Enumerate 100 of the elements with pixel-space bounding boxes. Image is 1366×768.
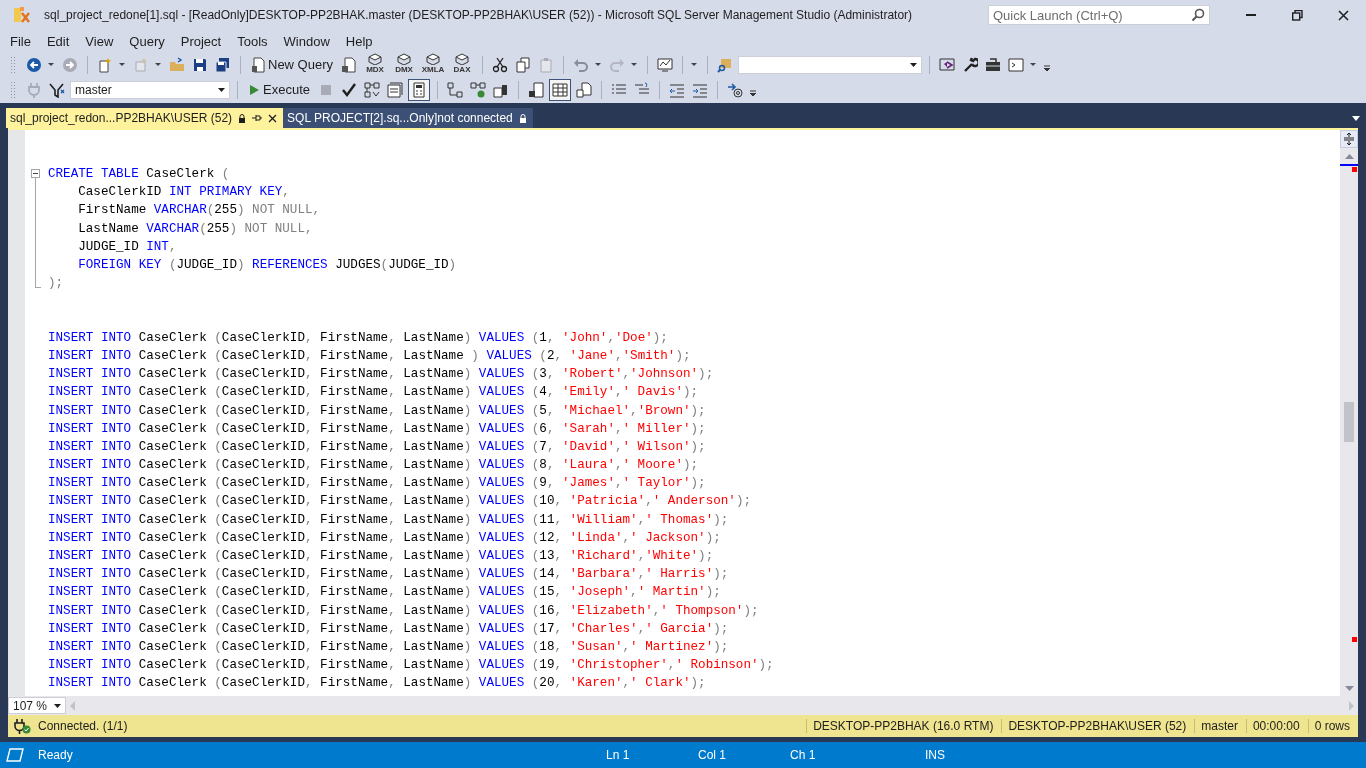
save-all-icon[interactable] bbox=[215, 56, 231, 73]
window-title: sql_project_redone[1].sql - [ReadOnly]DESKTOP-PP2BHAK.master (DESKTOP-PP2BHAK\USER (52)) - Microsoft SQL Server Management Studio (Administrator) bbox=[44, 8, 913, 22]
results-to-text-icon[interactable] bbox=[528, 81, 544, 98]
wrench-icon[interactable] bbox=[962, 56, 979, 73]
menu-item[interactable]: Edit bbox=[38, 33, 78, 49]
cut-icon[interactable] bbox=[492, 56, 509, 73]
up-arrow-icon bbox=[1344, 153, 1354, 159]
new-query-icon bbox=[251, 56, 265, 73]
copy-icon[interactable] bbox=[515, 56, 532, 73]
cube-icon bbox=[397, 52, 412, 65]
execution-plan-icon[interactable] bbox=[364, 81, 380, 98]
caret-icon bbox=[54, 703, 61, 708]
caret-icon bbox=[910, 62, 918, 67]
specify-values-icon[interactable] bbox=[727, 81, 743, 98]
error-marker bbox=[1352, 637, 1357, 642]
restore-icon bbox=[1291, 9, 1303, 21]
save-icon[interactable] bbox=[192, 56, 208, 73]
results-to-file-icon[interactable] bbox=[576, 81, 592, 98]
visual-studio-icon[interactable] bbox=[939, 56, 956, 73]
code-line: INSERT INTO CaseClerk (CaseClerkID, FirstName, LastName) VALUES (8, 'Laura',' Moore'); bbox=[48, 458, 699, 473]
lock-icon bbox=[518, 113, 527, 123]
activity-monitor-icon[interactable] bbox=[657, 56, 674, 73]
menu-item[interactable]: Help bbox=[337, 33, 381, 49]
code-line: INSERT INTO CaseClerk (CaseClerkID, FirstName, LastName) VALUES (11, 'William',' Thomas'); bbox=[48, 512, 729, 527]
query-type-button[interactable]: XMLA bbox=[420, 52, 447, 77]
results-icon[interactable] bbox=[387, 81, 403, 98]
line-number: Ln 1 bbox=[606, 748, 631, 762]
code-line: INSERT INTO CaseClerk (CaseClerkID, FirstName, LastName) VALUES (18, 'Susan',' Martinez'); bbox=[48, 639, 729, 654]
cube-icon bbox=[455, 52, 470, 65]
query-document-icon[interactable] bbox=[341, 56, 358, 73]
menu-item[interactable]: Tools bbox=[229, 33, 276, 49]
query-type-button[interactable]: MDX bbox=[362, 52, 389, 77]
database-dropdown[interactable]: master bbox=[70, 80, 230, 99]
results-to-grid-button[interactable] bbox=[549, 78, 571, 101]
code-line: INSERT INTO CaseClerk (CaseClerkID, FirstName, LastName) VALUES (20, 'Karen',' Clark'); bbox=[48, 676, 706, 691]
server-version: DESKTOP-PP2BHAK (16.0 RTM) bbox=[806, 719, 1002, 733]
column-number: Col 1 bbox=[698, 748, 727, 762]
caret-position-marker bbox=[1340, 164, 1358, 166]
user-login: DESKTOP-PP2BHAK\USER (52) bbox=[1001, 719, 1195, 733]
elapsed-time: 00:00:00 bbox=[1245, 719, 1308, 733]
scroll-thumb[interactable] bbox=[1344, 402, 1354, 442]
query-type-button[interactable]: DAX bbox=[449, 52, 476, 77]
open-folder-icon[interactable] bbox=[169, 56, 185, 73]
code-line: INSERT INTO CaseClerk (CaseClerkID, FirstName, LastName) VALUES (4, 'Emily',' Davis'); bbox=[48, 385, 699, 400]
app-icon bbox=[12, 5, 32, 25]
close-icon[interactable] bbox=[268, 113, 278, 123]
play-icon bbox=[248, 83, 260, 96]
split-editor-button[interactable] bbox=[1340, 130, 1358, 148]
indent-icon[interactable] bbox=[692, 81, 708, 98]
code-line: LastName VARCHAR(255) NOT NULL, bbox=[77, 221, 313, 236]
menu-item[interactable]: Project bbox=[172, 33, 230, 49]
parse-check-icon[interactable] bbox=[341, 81, 357, 98]
calculator-icon bbox=[411, 81, 427, 98]
toolbox-icon[interactable] bbox=[985, 56, 1002, 73]
code-line: INSERT INTO CaseClerk (CaseClerkID, FirstName, LastName) VALUES (9, 'James',' Taylor'); bbox=[48, 476, 706, 491]
code-line: CaseClerkID INT PRIMARY KEY, bbox=[77, 185, 290, 200]
menu-item[interactable]: File bbox=[2, 33, 39, 49]
code-line: INSERT INTO CaseClerk (CaseClerkID, FirstName, LastName) VALUES (12, 'Linda',' Jackson'); bbox=[48, 530, 721, 545]
menu-item[interactable]: Window bbox=[275, 33, 338, 49]
code-line: INSERT INTO CaseClerk (CaseClerkID, FirstName, LastName) VALUES (3, 'Robert','Johnson'); bbox=[48, 367, 714, 382]
find-in-folder-icon[interactable] bbox=[717, 56, 734, 73]
menu-item[interactable]: View bbox=[77, 33, 122, 49]
menu-item[interactable]: Query bbox=[121, 33, 173, 49]
down-arrow-icon bbox=[1344, 685, 1354, 691]
code-line: INSERT INTO CaseClerk (CaseClerkID, FirstName, LastName) VALUES (10, 'Patricia',' Anderson'); bbox=[48, 494, 751, 509]
execute-button[interactable]: Execute bbox=[245, 79, 313, 100]
tree-icon[interactable] bbox=[447, 81, 463, 98]
document-tab[interactable]: SQL PROJECT[2].sq...Only]not connected bbox=[283, 108, 533, 128]
calculator-button[interactable] bbox=[408, 78, 430, 101]
pin-icon[interactable] bbox=[252, 113, 263, 123]
code-line: FirstName VARCHAR(255) NOT NULL, bbox=[77, 203, 321, 218]
collapse-icon[interactable] bbox=[31, 169, 40, 178]
code-line: INSERT INTO CaseClerk (CaseClerkID, FirstName, LastName) VALUES (7, 'David',' Wilson'); bbox=[48, 439, 706, 454]
code-line: INSERT INTO CaseClerk (CaseClerkID, FirstName, LastName) VALUES (1, 'John','Doe'); bbox=[48, 330, 668, 345]
code-line: INSERT INTO CaseClerk (CaseClerkID, FirstName, LastName) VALUES (13, 'Richard','White'); bbox=[48, 549, 714, 564]
connected-icon bbox=[14, 718, 32, 734]
error-marker bbox=[1352, 167, 1357, 172]
lock-icon bbox=[238, 113, 247, 123]
connection-filter-icon[interactable] bbox=[49, 81, 65, 98]
code-line: INSERT INTO CaseClerk (CaseClerkID, FirstName, LastName) VALUES (19, 'Christopher',' Robinson'); bbox=[48, 658, 774, 673]
console-icon[interactable] bbox=[1008, 56, 1025, 73]
code-line: INSERT INTO CaseClerk (CaseClerkID, FirstName, LastName) VALUES (6, 'Sarah',' Miller'); bbox=[48, 421, 706, 436]
row-count: 0 rows bbox=[1307, 719, 1358, 733]
zoom-dropdown[interactable]: 107 % bbox=[8, 697, 66, 714]
code-line: CREATE TABLE CaseClerk ( bbox=[48, 167, 230, 182]
search-icon bbox=[1191, 8, 1205, 22]
character-number: Ch 1 bbox=[790, 748, 817, 762]
query-type-button[interactable]: DMX bbox=[391, 52, 418, 77]
new-query-button[interactable]: New Query bbox=[248, 54, 337, 75]
code-line: INSERT INTO CaseClerk (CaseClerkID, FirstName, LastName) VALUES (16, 'Elizabeth',' Thompson'); bbox=[48, 603, 759, 618]
output-window-icon[interactable] bbox=[6, 748, 24, 762]
code-line: INSERT INTO CaseClerk (CaseClerkID, FirstName, LastName) VALUES (17, 'Charles',' Garcia'); bbox=[48, 621, 729, 636]
new-project-icon[interactable] bbox=[97, 56, 113, 73]
quick-launch-field[interactable]: Quick Launch (Ctrl+Q) bbox=[988, 5, 1210, 25]
document-tab[interactable]: sql_project_redon...PP2BHAK\USER (52) bbox=[6, 108, 284, 128]
outdent-icon[interactable] bbox=[669, 81, 685, 98]
tree-check-icon[interactable] bbox=[470, 81, 486, 98]
tab-list-dropdown-icon[interactable] bbox=[1352, 115, 1360, 121]
caret-icon bbox=[218, 87, 225, 92]
database-name: master bbox=[1194, 719, 1246, 733]
